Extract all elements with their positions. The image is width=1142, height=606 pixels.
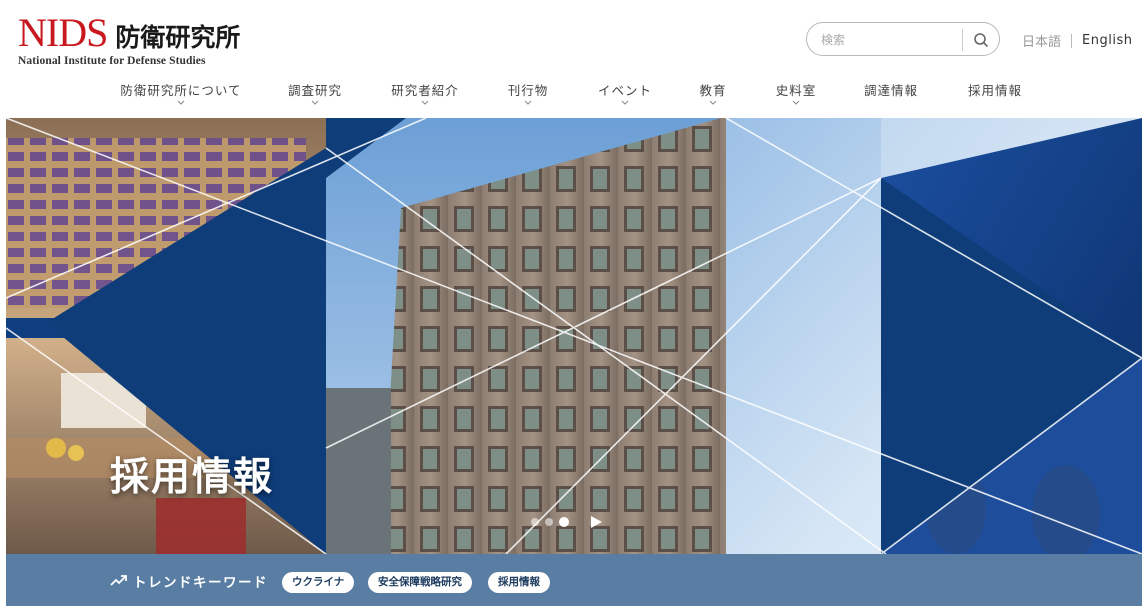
hero-slider[interactable]: 採用情報 <box>6 118 1142 554</box>
chevron-down-icon <box>177 100 185 105</box>
lang-japanese-link[interactable]: 日本語 <box>1022 31 1061 50</box>
trending-up-icon <box>110 575 127 586</box>
language-switcher: 日本語 English <box>1022 31 1132 50</box>
chevron-down-icon <box>311 100 319 105</box>
nav-item-procurement[interactable]: 調達情報 <box>856 80 926 110</box>
nav-item-education[interactable]: 教育 <box>692 80 734 110</box>
logo-abbr: NIDS <box>18 10 108 55</box>
nav-label: 防衛研究所について <box>120 83 242 98</box>
slider-dot[interactable] <box>531 518 539 526</box>
logo-english-name: National Institute for Defense Studies <box>18 55 206 67</box>
site-logo[interactable]: NIDS 防衛研究所 National Institute for Defens… <box>18 10 241 68</box>
slider-dot[interactable] <box>545 518 553 526</box>
chevron-down-icon <box>792 100 800 105</box>
play-icon[interactable] <box>589 515 603 529</box>
hero-title[interactable]: 採用情報 <box>110 446 274 502</box>
trend-keyword-label: トレンドキーワード <box>133 575 268 591</box>
nav-label: 調査研究 <box>287 83 342 98</box>
nav-label: 研究者紹介 <box>391 83 459 98</box>
lang-divider <box>1071 33 1073 48</box>
slider-dot-active[interactable] <box>559 517 569 527</box>
search-divider <box>962 29 963 51</box>
nav-item-events[interactable]: イベント <box>590 80 660 110</box>
search-icon <box>974 33 988 47</box>
slider-controls <box>531 515 603 529</box>
chevron-down-icon <box>709 100 717 105</box>
chevron-down-icon <box>621 100 629 105</box>
keyword-chip[interactable]: ウクライナ <box>282 572 355 593</box>
keyword-chip[interactable]: 採用情報 <box>488 572 550 593</box>
chevron-down-icon <box>421 100 429 105</box>
nav-label: 史料室 <box>775 83 817 98</box>
search-button[interactable] <box>969 29 993 51</box>
trend-keyword-bar: トレンドキーワード ウクライナ 安全保障戦略研究 採用情報 <box>6 554 1142 606</box>
nav-label: 採用情報 <box>967 83 1022 98</box>
search-input[interactable] <box>821 30 951 50</box>
nav-label: イベント <box>597 83 652 98</box>
global-nav: 防衛研究所について 調査研究 研究者紹介 刊行物 イベント 教育 史料室 調達情… <box>0 80 1142 112</box>
nav-label: 刊行物 <box>507 83 549 98</box>
nav-item-recruitment[interactable]: 採用情報 <box>960 80 1030 110</box>
nav-label: 教育 <box>699 83 727 98</box>
nav-item-research[interactable]: 調査研究 <box>280 80 350 110</box>
lang-english-link[interactable]: English <box>1082 33 1132 48</box>
nav-item-about[interactable]: 防衛研究所について <box>116 80 246 110</box>
nav-item-publications[interactable]: 刊行物 <box>500 80 556 110</box>
site-header: NIDS 防衛研究所 National Institute for Defens… <box>0 0 1142 118</box>
logo-japanese-name: 防衛研究所 <box>115 23 241 52</box>
nav-item-archives[interactable]: 史料室 <box>768 80 824 110</box>
search-box <box>806 22 1000 56</box>
nav-label: 調達情報 <box>863 83 918 98</box>
chevron-down-icon <box>524 100 532 105</box>
nav-item-researchers[interactable]: 研究者紹介 <box>383 80 467 110</box>
keyword-chip[interactable]: 安全保障戦略研究 <box>368 572 472 593</box>
